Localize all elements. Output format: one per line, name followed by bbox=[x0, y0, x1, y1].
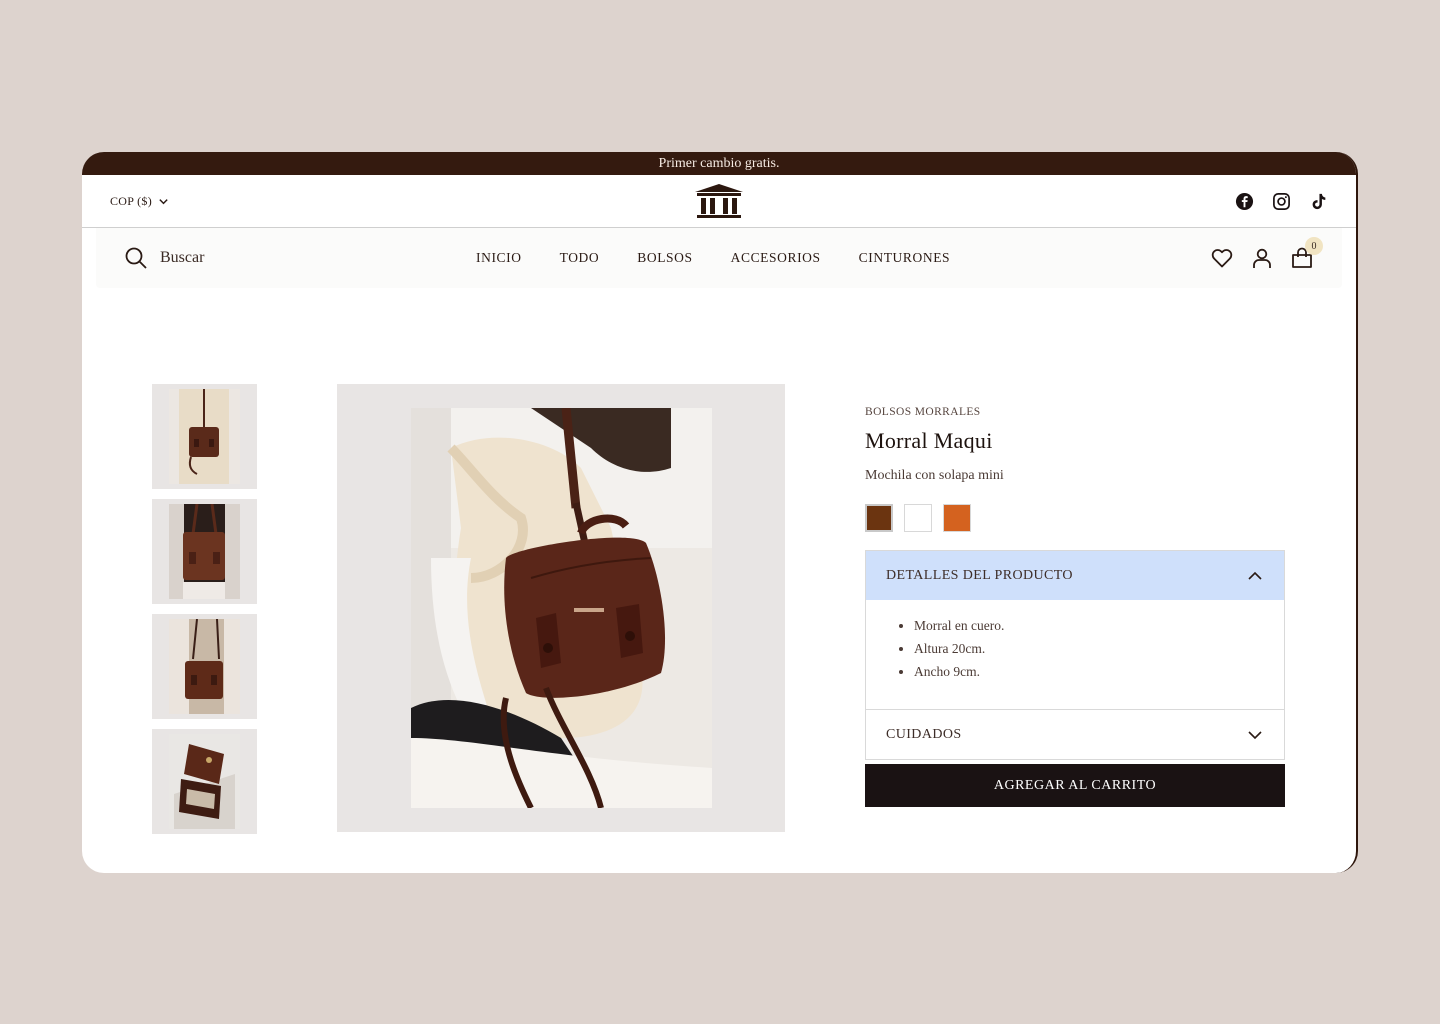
nav-item-accesorios[interactable]: ACCESORIOS bbox=[731, 250, 821, 266]
account-icon[interactable] bbox=[1250, 246, 1274, 270]
cart-count-badge: 0 bbox=[1305, 237, 1323, 255]
heart-icon[interactable] bbox=[1210, 246, 1234, 270]
thumbnail-image bbox=[169, 619, 240, 714]
thumbnail-image bbox=[169, 734, 240, 829]
care-accordion-header[interactable]: CUIDADOS bbox=[866, 710, 1284, 759]
tiktok-icon[interactable] bbox=[1309, 192, 1328, 211]
chevron-down-icon bbox=[1248, 730, 1262, 739]
color-swatch-white[interactable] bbox=[904, 504, 932, 532]
announcement-bar: Primer cambio gratis. bbox=[82, 152, 1356, 175]
thumbnail-1[interactable] bbox=[152, 384, 257, 489]
thumbnail-4[interactable] bbox=[152, 729, 257, 834]
product-photo bbox=[410, 408, 712, 808]
details-item: Altura 20cm. bbox=[914, 641, 1264, 657]
search-icon bbox=[125, 247, 147, 269]
color-swatch-orange[interactable] bbox=[943, 504, 971, 532]
thumbnail-2[interactable] bbox=[152, 499, 257, 604]
add-to-cart-label: AGREGAR AL CARRITO bbox=[993, 777, 1157, 793]
announcement-text: Primer cambio gratis. bbox=[658, 155, 780, 171]
product-accordion: DETALLES DEL PRODUCTO Morral en cuero. A… bbox=[865, 550, 1285, 760]
details-list: Morral en cuero. Altura 20cm. Ancho 9cm. bbox=[866, 600, 1284, 710]
main-navbar: Buscar INICIO TODO BOLSOS ACCESORIOS CIN… bbox=[96, 228, 1342, 288]
thumbnail-image bbox=[169, 389, 240, 484]
details-item: Morral en cuero. bbox=[914, 618, 1264, 634]
search-placeholder: Buscar bbox=[160, 249, 205, 266]
header-actions: 0 bbox=[1210, 237, 1323, 270]
nav-item-inicio[interactable]: INICIO bbox=[476, 250, 522, 266]
instagram-icon[interactable] bbox=[1272, 192, 1291, 211]
search-box[interactable]: Buscar bbox=[124, 246, 204, 270]
thumbnail-image bbox=[169, 504, 240, 599]
add-to-cart-button[interactable]: AGREGAR AL CARRITO bbox=[865, 764, 1285, 807]
thumbnail-3[interactable] bbox=[152, 614, 257, 719]
product-breadcrumb[interactable]: BOLSOS MORRALES bbox=[865, 406, 1285, 418]
color-swatches bbox=[863, 502, 1285, 534]
product-title: Morral Maqui bbox=[865, 428, 993, 453]
care-title: CUIDADOS bbox=[886, 726, 962, 742]
currency-label: COP ($) bbox=[110, 193, 152, 208]
chevron-up-icon bbox=[1248, 571, 1262, 580]
thumbnail-gallery bbox=[152, 384, 257, 834]
chevron-down-icon bbox=[159, 198, 168, 204]
nav-item-todo[interactable]: TODO bbox=[560, 250, 600, 266]
nav-item-cinturones[interactable]: CINTURONES bbox=[859, 250, 951, 266]
cart-button[interactable]: 0 bbox=[1290, 237, 1323, 270]
main-product-image[interactable] bbox=[337, 384, 785, 832]
top-bar: COP ($) bbox=[82, 175, 1356, 228]
facebook-icon[interactable] bbox=[1235, 192, 1254, 211]
product-subtitle: Mochila con solapa mini bbox=[865, 468, 1004, 483]
logo-icon[interactable] bbox=[693, 183, 745, 219]
color-swatch-brown[interactable] bbox=[863, 502, 895, 534]
nav-item-bolsos[interactable]: BOLSOS bbox=[637, 250, 692, 266]
details-accordion-header[interactable]: DETALLES DEL PRODUCTO bbox=[866, 551, 1284, 600]
browser-window: Primer cambio gratis. COP ($) Buscar INI… bbox=[82, 152, 1358, 873]
details-item: Ancho 9cm. bbox=[914, 664, 1264, 680]
details-title: DETALLES DEL PRODUCTO bbox=[886, 567, 1073, 583]
currency-selector[interactable]: COP ($) bbox=[110, 194, 169, 209]
nav-menu: INICIO TODO BOLSOS ACCESORIOS CINTURONES bbox=[476, 250, 950, 266]
product-info: BOLSOS MORRALES Morral Maqui Mochila con… bbox=[863, 406, 1285, 807]
social-links bbox=[1235, 192, 1328, 211]
